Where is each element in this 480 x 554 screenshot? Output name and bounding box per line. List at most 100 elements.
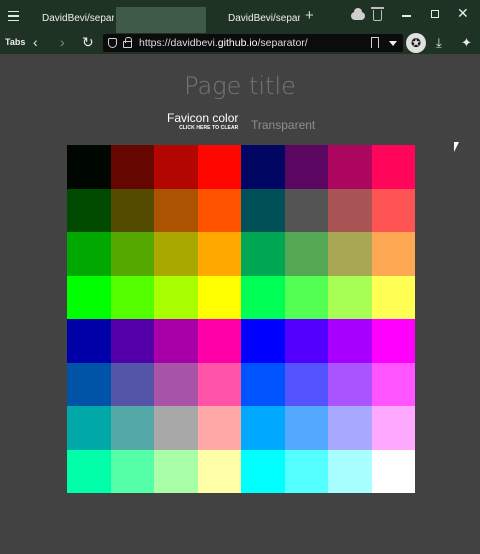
color-swatch[interactable]	[241, 449, 285, 493]
page-title[interactable]: Page title	[0, 72, 480, 100]
color-swatch[interactable]	[371, 449, 415, 493]
color-swatch[interactable]	[110, 319, 154, 363]
color-swatch[interactable]	[284, 188, 328, 232]
lock-icon[interactable]	[123, 37, 132, 48]
minimize-icon[interactable]	[402, 15, 411, 17]
color-swatch[interactable]	[241, 232, 285, 276]
color-swatch[interactable]	[328, 449, 372, 493]
color-swatch[interactable]	[197, 319, 241, 363]
color-swatch[interactable]	[328, 145, 372, 189]
favicon-color-label: Favicon color	[167, 111, 239, 125]
download-icon[interactable]: ⤓	[436, 35, 442, 51]
color-swatch[interactable]	[67, 232, 111, 276]
color-swatch[interactable]	[371, 319, 415, 363]
color-swatch[interactable]	[110, 188, 154, 232]
color-swatch[interactable]	[284, 275, 328, 319]
color-swatch[interactable]	[110, 145, 154, 189]
color-swatch[interactable]	[110, 406, 154, 450]
shield-icon[interactable]	[108, 38, 117, 48]
color-swatch[interactable]	[371, 362, 415, 406]
color-swatch[interactable]	[241, 319, 285, 363]
extension-icon[interactable]: ✪	[406, 33, 426, 53]
color-swatch[interactable]	[371, 275, 415, 319]
color-swatch[interactable]	[284, 449, 328, 493]
url-host: github.io	[217, 37, 258, 49]
color-swatch[interactable]	[154, 188, 198, 232]
color-swatch[interactable]	[67, 145, 111, 189]
url-bar[interactable]: https://davidbevi.github.io/separator/	[103, 34, 403, 52]
bookmark-icon[interactable]	[371, 37, 379, 48]
url-prefix: https://davidbevi.	[139, 37, 218, 49]
color-swatch[interactable]	[328, 406, 372, 450]
tabs-button[interactable]: Tabs	[5, 37, 25, 47]
color-swatch[interactable]	[110, 275, 154, 319]
color-swatch[interactable]	[371, 145, 415, 189]
color-swatch[interactable]	[154, 275, 198, 319]
color-swatch[interactable]	[67, 188, 111, 232]
color-swatch[interactable]	[197, 362, 241, 406]
tab-3-label: DavidBevi/separ	[228, 13, 300, 24]
color-swatch[interactable]	[154, 449, 198, 493]
maximize-icon[interactable]	[431, 10, 439, 18]
new-tab-icon[interactable]: +	[305, 8, 314, 24]
transparent-button[interactable]: Transparent	[251, 118, 315, 132]
tab-1[interactable]: DavidBevi/separ	[28, 7, 114, 33]
color-swatch[interactable]	[241, 275, 285, 319]
url-text[interactable]: https://davidbevi.github.io/separator/	[139, 37, 308, 49]
trash-icon[interactable]	[371, 7, 384, 21]
url-suffix: /separator/	[257, 37, 308, 49]
page-content: Page title Favicon color CLICK HERE TO C…	[0, 54, 480, 554]
color-swatch[interactable]	[241, 188, 285, 232]
chevron-down-icon[interactable]	[389, 41, 397, 46]
color-swatch[interactable]	[284, 362, 328, 406]
color-swatch[interactable]	[67, 406, 111, 450]
color-swatch[interactable]	[154, 232, 198, 276]
color-swatch[interactable]	[284, 319, 328, 363]
color-swatch[interactable]	[328, 275, 372, 319]
tab-2-active[interactable]	[116, 7, 206, 33]
favicon-color-button[interactable]: Favicon color CLICK HERE TO CLEAR	[167, 112, 238, 132]
cloud-icon[interactable]	[351, 8, 365, 20]
color-swatch[interactable]	[328, 188, 372, 232]
color-swatch[interactable]	[371, 406, 415, 450]
reload-icon[interactable]: ↻	[82, 34, 94, 50]
color-swatch[interactable]	[197, 232, 241, 276]
puzzle-icon[interactable]: ✦	[461, 36, 472, 50]
color-swatch[interactable]	[154, 319, 198, 363]
color-swatch[interactable]	[328, 232, 372, 276]
color-swatch[interactable]	[284, 406, 328, 450]
color-swatch[interactable]	[67, 449, 111, 493]
color-swatch[interactable]	[154, 362, 198, 406]
color-swatch[interactable]	[154, 145, 198, 189]
color-swatch[interactable]	[197, 145, 241, 189]
color-swatch[interactable]	[197, 449, 241, 493]
color-swatch-grid	[67, 145, 415, 493]
color-swatch[interactable]	[197, 275, 241, 319]
color-swatch[interactable]	[110, 362, 154, 406]
color-swatch[interactable]	[284, 232, 328, 276]
color-swatch[interactable]	[154, 406, 198, 450]
color-swatch[interactable]	[110, 232, 154, 276]
color-swatch[interactable]	[67, 275, 111, 319]
tab-strip: DavidBevi/separ DavidBevi/separ + ✕	[0, 0, 480, 33]
menu-icon[interactable]	[4, 7, 22, 25]
favicon-clear-hint: CLICK HERE TO CLEAR	[179, 125, 239, 131]
forward-icon[interactable]: ›	[60, 34, 65, 50]
back-icon[interactable]: ‹	[33, 34, 38, 50]
color-swatch[interactable]	[67, 362, 111, 406]
color-swatch[interactable]	[241, 145, 285, 189]
color-swatch[interactable]	[197, 188, 241, 232]
close-icon[interactable]: ✕	[457, 6, 469, 20]
tab-3[interactable]: DavidBevi/separ	[214, 7, 300, 33]
mouse-cursor-icon	[454, 142, 459, 152]
color-swatch[interactable]	[197, 406, 241, 450]
color-swatch[interactable]	[328, 319, 372, 363]
color-swatch[interactable]	[328, 362, 372, 406]
color-swatch[interactable]	[241, 362, 285, 406]
color-swatch[interactable]	[284, 145, 328, 189]
color-swatch[interactable]	[110, 449, 154, 493]
color-swatch[interactable]	[371, 232, 415, 276]
color-swatch[interactable]	[241, 406, 285, 450]
color-swatch[interactable]	[371, 188, 415, 232]
color-swatch[interactable]	[67, 319, 111, 363]
